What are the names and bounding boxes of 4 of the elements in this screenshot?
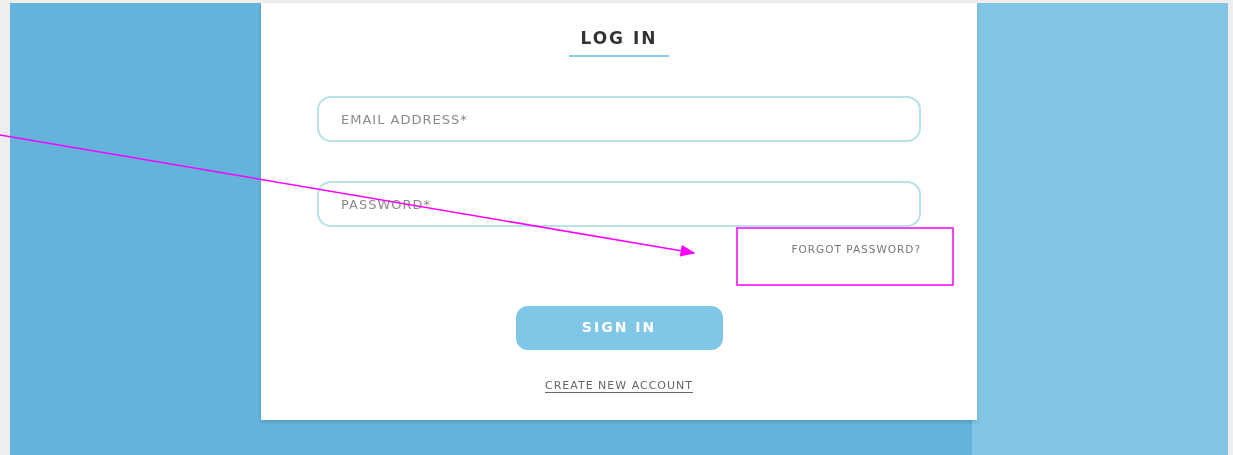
email-field[interactable]: EMAIL ADDRESS*	[317, 96, 921, 142]
login-title: LOG IN	[580, 27, 658, 49]
create-account-link[interactable]: CREATE NEW ACCOUNT	[545, 378, 693, 393]
forgot-password-link[interactable]: FORGOT PASSWORD?	[791, 242, 921, 258]
